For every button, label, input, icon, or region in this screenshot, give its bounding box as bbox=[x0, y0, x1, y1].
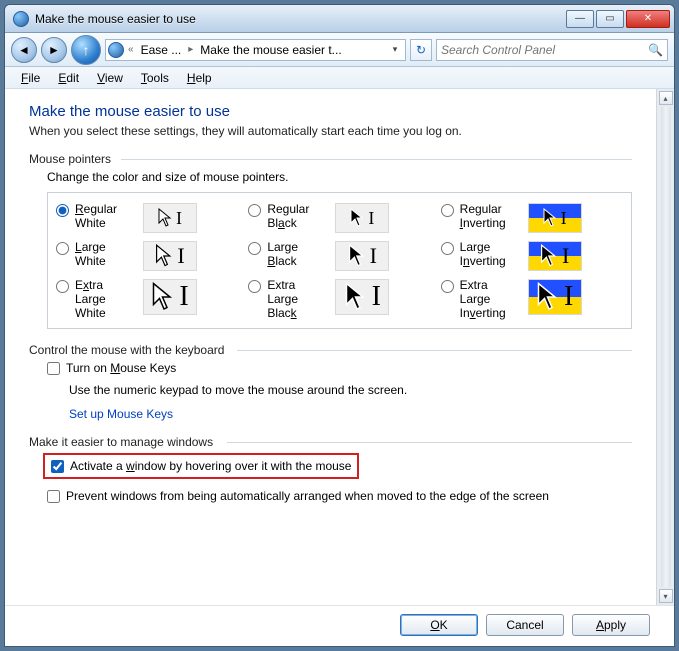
preview-large-white: I bbox=[143, 241, 197, 271]
titlebar[interactable]: Make the mouse easier to use — ▭ ✕ bbox=[5, 5, 674, 33]
forward-button[interactable]: ► bbox=[41, 37, 67, 63]
page-title: Make the mouse easier to use bbox=[29, 103, 632, 120]
radio-label: Regular Black bbox=[267, 203, 329, 231]
preview-xl-black: I bbox=[335, 279, 389, 315]
menubar: File Edit View Tools Help bbox=[5, 67, 674, 89]
cancel-button[interactable]: Cancel bbox=[486, 614, 564, 636]
radio-large-black[interactable] bbox=[248, 242, 261, 255]
chevron-right-icon: ▸ bbox=[186, 44, 195, 55]
scroll-up-icon[interactable]: ▴ bbox=[659, 91, 673, 105]
menu-view[interactable]: View bbox=[89, 69, 131, 87]
scroll-thumb[interactable] bbox=[661, 107, 671, 587]
address-bar[interactable]: « Ease ... ▸ Make the mouse easier t... … bbox=[105, 39, 406, 61]
refresh-button[interactable]: ↻ bbox=[410, 39, 432, 61]
radio-regular-black[interactable] bbox=[248, 204, 261, 217]
radio-xl-white[interactable] bbox=[56, 280, 69, 293]
radio-label: Regular White bbox=[75, 203, 137, 231]
address-icon bbox=[108, 42, 124, 58]
window-buttons: — ▭ ✕ bbox=[566, 10, 670, 28]
page-subtitle: When you select these settings, they wil… bbox=[29, 124, 632, 138]
close-button[interactable]: ✕ bbox=[626, 10, 670, 28]
ok-button[interactable]: OK bbox=[400, 614, 478, 636]
scrollbar[interactable]: ▴ ▾ bbox=[656, 89, 674, 605]
radio-label: Regular Inverting bbox=[460, 203, 522, 231]
mouse-keys-checkbox[interactable] bbox=[47, 362, 60, 375]
group-manage-windows: Make it easier to manage windows bbox=[29, 435, 632, 449]
forward-icon: ► bbox=[48, 43, 60, 57]
group-mouse-pointers: Mouse pointers bbox=[29, 152, 632, 166]
radio-label: Large White bbox=[75, 241, 137, 269]
back-button[interactable]: ◄ bbox=[11, 37, 37, 63]
radio-xl-black[interactable] bbox=[248, 280, 261, 293]
group-keyboard-control: Control the mouse with the keyboard bbox=[29, 343, 632, 357]
radio-label: Extra Large White bbox=[75, 279, 137, 320]
menu-edit[interactable]: Edit bbox=[50, 69, 87, 87]
back-icon: ◄ bbox=[18, 43, 30, 57]
navbar: ◄ ► ↑ « Ease ... ▸ Make the mouse easier… bbox=[5, 33, 674, 67]
radio-regular-inverting[interactable] bbox=[441, 204, 454, 217]
scroll-down-icon[interactable]: ▾ bbox=[659, 589, 673, 603]
highlight-activate-hover: Activate a window by hovering over it wi… bbox=[43, 453, 359, 479]
app-icon bbox=[13, 11, 29, 27]
pointers-desc: Change the color and size of mouse point… bbox=[29, 170, 632, 184]
content-area: Make the mouse easier to use When you se… bbox=[5, 89, 656, 605]
radio-regular-white[interactable] bbox=[56, 204, 69, 217]
preview-xl-white: I bbox=[143, 279, 197, 315]
setup-mouse-keys-link[interactable]: Set up Mouse Keys bbox=[29, 407, 173, 421]
apply-button[interactable]: Apply bbox=[572, 614, 650, 636]
preview-regular-black: I bbox=[335, 203, 389, 233]
preview-large-inverting: I bbox=[528, 241, 582, 271]
window-title: Make the mouse easier to use bbox=[35, 12, 566, 26]
prevent-arrange-label: Prevent windows from being automatically… bbox=[66, 489, 549, 503]
up-button[interactable]: ↑ bbox=[71, 35, 101, 65]
button-row: OK Cancel Apply bbox=[5, 605, 674, 646]
chevron-down-icon[interactable]: ▾ bbox=[387, 44, 403, 55]
radio-label: Large Inverting bbox=[460, 241, 522, 269]
radio-large-white[interactable] bbox=[56, 242, 69, 255]
radio-label: Extra Large Black bbox=[267, 279, 329, 320]
radio-label: Extra Large Inverting bbox=[460, 279, 522, 320]
preview-large-black: I bbox=[335, 241, 389, 271]
mouse-keys-row: Turn on Mouse Keys bbox=[29, 361, 632, 375]
menu-help[interactable]: Help bbox=[179, 69, 220, 87]
menu-file[interactable]: File bbox=[13, 69, 48, 87]
mouse-keys-desc: Use the numeric keypad to move the mouse… bbox=[29, 383, 632, 397]
minimize-button[interactable]: — bbox=[566, 10, 594, 28]
pointer-options-box: Regular WhiteI Regular BlackI Regular In… bbox=[47, 192, 632, 329]
search-icon[interactable]: 🔍 bbox=[648, 43, 663, 57]
preview-regular-inverting: I bbox=[528, 203, 582, 233]
prevent-arrange-row: Prevent windows from being automatically… bbox=[29, 489, 632, 503]
activate-hover-checkbox[interactable] bbox=[51, 460, 64, 473]
search-box[interactable]: 🔍 bbox=[436, 39, 668, 61]
activate-hover-label: Activate a window by hovering over it wi… bbox=[70, 459, 351, 473]
maximize-button[interactable]: ▭ bbox=[596, 10, 624, 28]
refresh-icon: ↻ bbox=[416, 43, 426, 57]
up-icon: ↑ bbox=[83, 42, 90, 58]
chevron-icon: « bbox=[126, 44, 136, 55]
radio-xl-inverting[interactable] bbox=[441, 280, 454, 293]
window: Make the mouse easier to use — ▭ ✕ ◄ ► ↑… bbox=[4, 4, 675, 647]
menu-tools[interactable]: Tools bbox=[133, 69, 177, 87]
radio-label: Large Black bbox=[267, 241, 329, 269]
breadcrumb[interactable]: Ease ... bbox=[138, 43, 185, 57]
radio-large-inverting[interactable] bbox=[441, 242, 454, 255]
search-input[interactable] bbox=[441, 43, 648, 57]
mouse-keys-label: Turn on Mouse Keys bbox=[66, 361, 176, 375]
preview-xl-inverting: I bbox=[528, 279, 582, 315]
prevent-arrange-checkbox[interactable] bbox=[47, 490, 60, 503]
breadcrumb[interactable]: Make the mouse easier t... bbox=[197, 43, 344, 57]
preview-regular-white: I bbox=[143, 203, 197, 233]
